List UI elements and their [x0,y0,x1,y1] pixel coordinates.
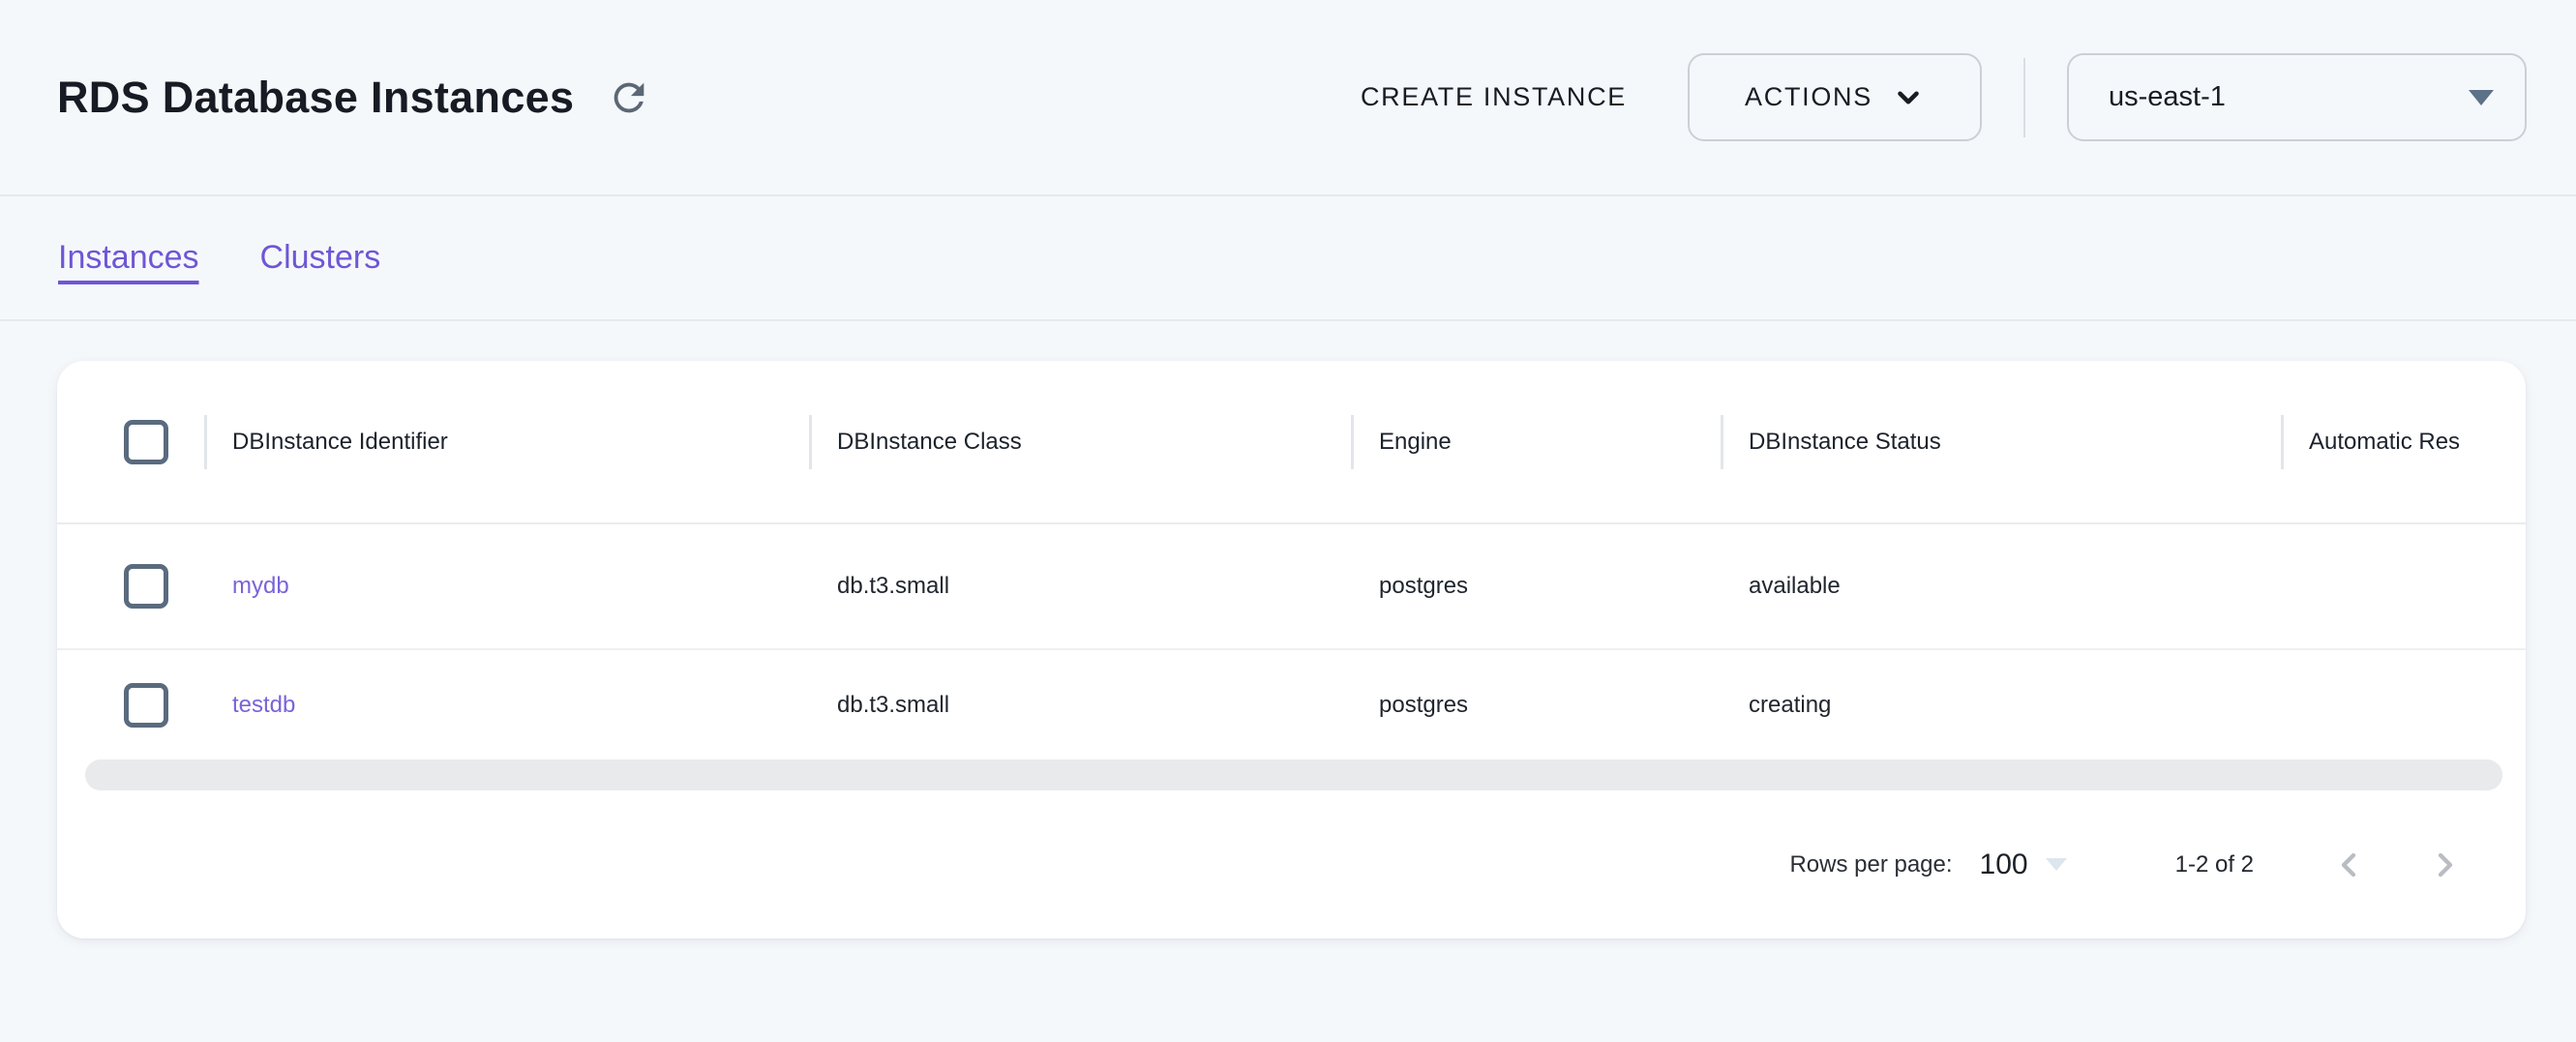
rows-per-page-label: Rows per page: [1789,851,1952,878]
column-header-dbinstance-class: DBInstance Class [809,361,1351,522]
header-checkbox-cell [57,420,204,464]
previous-page-button[interactable] [2321,838,2376,892]
header-divider [2023,58,2025,137]
instance-link-testdb[interactable]: testdb [232,692,295,718]
row-checkbox[interactable] [124,564,168,609]
tabbar: Instances Clusters [0,196,2576,321]
cell-db-class: db.t3.small [809,692,1351,719]
row-checkbox[interactable] [124,683,168,728]
column-header-automatic-res: Automatic Res [2281,361,2526,522]
column-header-engine: Engine [1351,361,1721,522]
pagination: Rows per page: 100 1-2 of 2 [57,790,2526,938]
chevron-left-icon [2329,846,2368,884]
horizontal-scrollbar[interactable] [85,759,2502,790]
select-all-checkbox[interactable] [124,420,168,464]
cell-engine: postgres [1351,692,1721,719]
tab-instances[interactable]: Instances [58,239,199,277]
cell-identifier: mydb [204,573,809,600]
table-header-row: DBInstance Identifier DBInstance Class E… [57,361,2526,524]
column-header-dbinstance-status: DBInstance Status [1721,361,2281,522]
instances-table-card: DBInstance Identifier DBInstance Class E… [57,361,2526,938]
create-instance-button[interactable]: CREATE INSTANCE [1347,73,1640,122]
region-select[interactable]: us-east-1 [2067,53,2527,141]
table-row: testdb db.t3.small postgres creating [57,650,2526,759]
instance-link-mydb[interactable]: mydb [232,573,289,599]
refresh-icon [607,75,651,120]
caret-down-icon [2469,90,2494,105]
pagination-range: 1-2 of 2 [2175,851,2254,878]
rows-per-page-select[interactable]: 100 [1980,848,2067,881]
header-actions: CREATE INSTANCE ACTIONS us-east-1 [1347,53,2527,141]
refresh-button[interactable] [601,70,657,126]
table-row: mydb db.t3.small postgres available [57,524,2526,650]
cell-status: available [1721,573,2281,600]
chevron-right-icon [2426,846,2465,884]
chevron-down-icon [1892,81,1925,114]
cell-identifier: testdb [204,692,809,719]
actions-button-label: ACTIONS [1745,82,1872,112]
title-wrap: RDS Database Instances [57,70,1347,126]
tab-clusters[interactable]: Clusters [260,239,381,277]
actions-button[interactable]: ACTIONS [1688,53,1982,141]
caret-down-icon [2046,858,2067,871]
rds-app: RDS Database Instances CREATE INSTANCE A… [0,0,2576,1042]
rows-per-page-value: 100 [1980,848,2028,881]
main-content: DBInstance Identifier DBInstance Class E… [0,321,2576,1042]
region-select-value: us-east-1 [2109,81,2226,113]
next-page-button[interactable] [2418,838,2472,892]
page-title: RDS Database Instances [57,73,574,123]
cell-db-class: db.t3.small [809,573,1351,600]
cell-engine: postgres [1351,573,1721,600]
row-checkbox-cell [57,683,204,728]
row-checkbox-cell [57,564,204,609]
page-header: RDS Database Instances CREATE INSTANCE A… [0,0,2576,196]
column-header-dbinstance-identifier: DBInstance Identifier [204,361,809,522]
cell-status: creating [1721,692,2281,719]
